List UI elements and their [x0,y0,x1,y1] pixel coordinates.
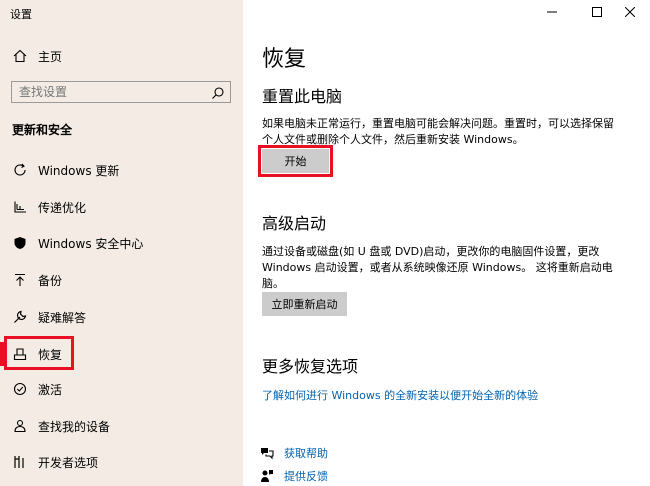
page-title: 恢复 [262,47,307,72]
person-pin-icon [12,418,28,434]
maximize-icon [592,7,602,17]
sidebar-item-windows-security[interactable]: Windows 安全中心 [0,227,243,259]
sidebar-item-activation[interactable]: 激活 [0,373,243,405]
check-circle-icon [12,381,28,397]
feedback-icon [261,470,273,482]
section-title: 更新和安全 [12,123,73,137]
advanced-startup-description: 通过设备或磁盘(如 U 盘或 DVD)启动，更改你的电脑固件设置，更改 Wind… [262,245,613,290]
search-icon[interactable] [211,85,225,104]
feedback-link[interactable]: 提供反馈 [284,468,328,484]
wrench-icon [12,309,28,325]
main-content: 恢复 重置此电脑 如果电脑未正常运行，重置电脑可能会解决问题。重置时，可以选择保… [243,0,650,486]
sidebar-item-label: 备份 [38,273,63,288]
sidebar-item-backup[interactable]: 备份 [0,264,243,296]
sidebar-item-windows-update[interactable]: Windows 更新 [0,154,243,186]
clean-install-link[interactable]: 了解如何进行 Windows 的全新安装以便开始全新的体验 [262,387,538,403]
sidebar-item-home[interactable]: 主页 [0,40,243,72]
more-recovery-heading: 更多恢复选项 [262,357,359,376]
advanced-startup-heading: 高级启动 [262,214,327,233]
close-icon [625,7,635,17]
get-help-link[interactable]: 获取帮助 [284,445,328,461]
sidebar-item-label: 疑难解答 [38,310,87,325]
search-box[interactable] [11,81,231,103]
sidebar-item-label: 传递优化 [38,200,87,215]
restart-now-button[interactable]: 立即重新启动 [262,292,347,316]
sidebar-item-label: 查找我的设备 [38,419,111,434]
developer-icon [12,454,28,470]
sidebar-item-find-my-device[interactable]: 查找我的设备 [0,410,243,442]
get-help-row[interactable]: 获取帮助 [260,445,328,461]
app-title: 设置 [10,8,32,21]
sidebar-item-delivery-optimization[interactable]: 传递优化 [0,191,243,223]
sidebar-item-label: 开发者选项 [38,455,99,470]
sidebar-item-developer-options[interactable]: 开发者选项 [0,446,243,478]
minimize-icon [547,11,557,13]
chat-help-icon [261,448,274,460]
highlight-box-recovery [4,336,74,370]
sidebar-item-label: 激活 [38,382,63,397]
sidebar-item-label: Windows 更新 [38,163,120,178]
home-icon [12,48,28,64]
sidebar-item-label: Windows 安全中心 [38,236,144,251]
reset-heading: 重置此电脑 [262,87,343,106]
delivery-icon [12,199,28,215]
close-button[interactable] [613,0,647,24]
minimize-button[interactable] [535,0,569,24]
sidebar: 设置 主页 更新和安全 Windows 更新 传递优化 Windows 安全中心 [0,0,243,486]
sidebar-item-label: 主页 [38,49,63,64]
search-input[interactable] [12,84,211,100]
refresh-icon [12,162,28,178]
reset-description: 如果电脑未正常运行，重置电脑可能会解决问题。重置时，可以选择保留个人文件或删除个… [262,117,614,146]
shield-icon [12,235,28,251]
maximize-button[interactable] [580,0,614,24]
highlight-box-start [258,145,333,177]
sidebar-item-troubleshoot[interactable]: 疑难解答 [0,301,243,333]
upload-icon [12,272,28,288]
feedback-row[interactable]: 提供反馈 [260,468,328,484]
